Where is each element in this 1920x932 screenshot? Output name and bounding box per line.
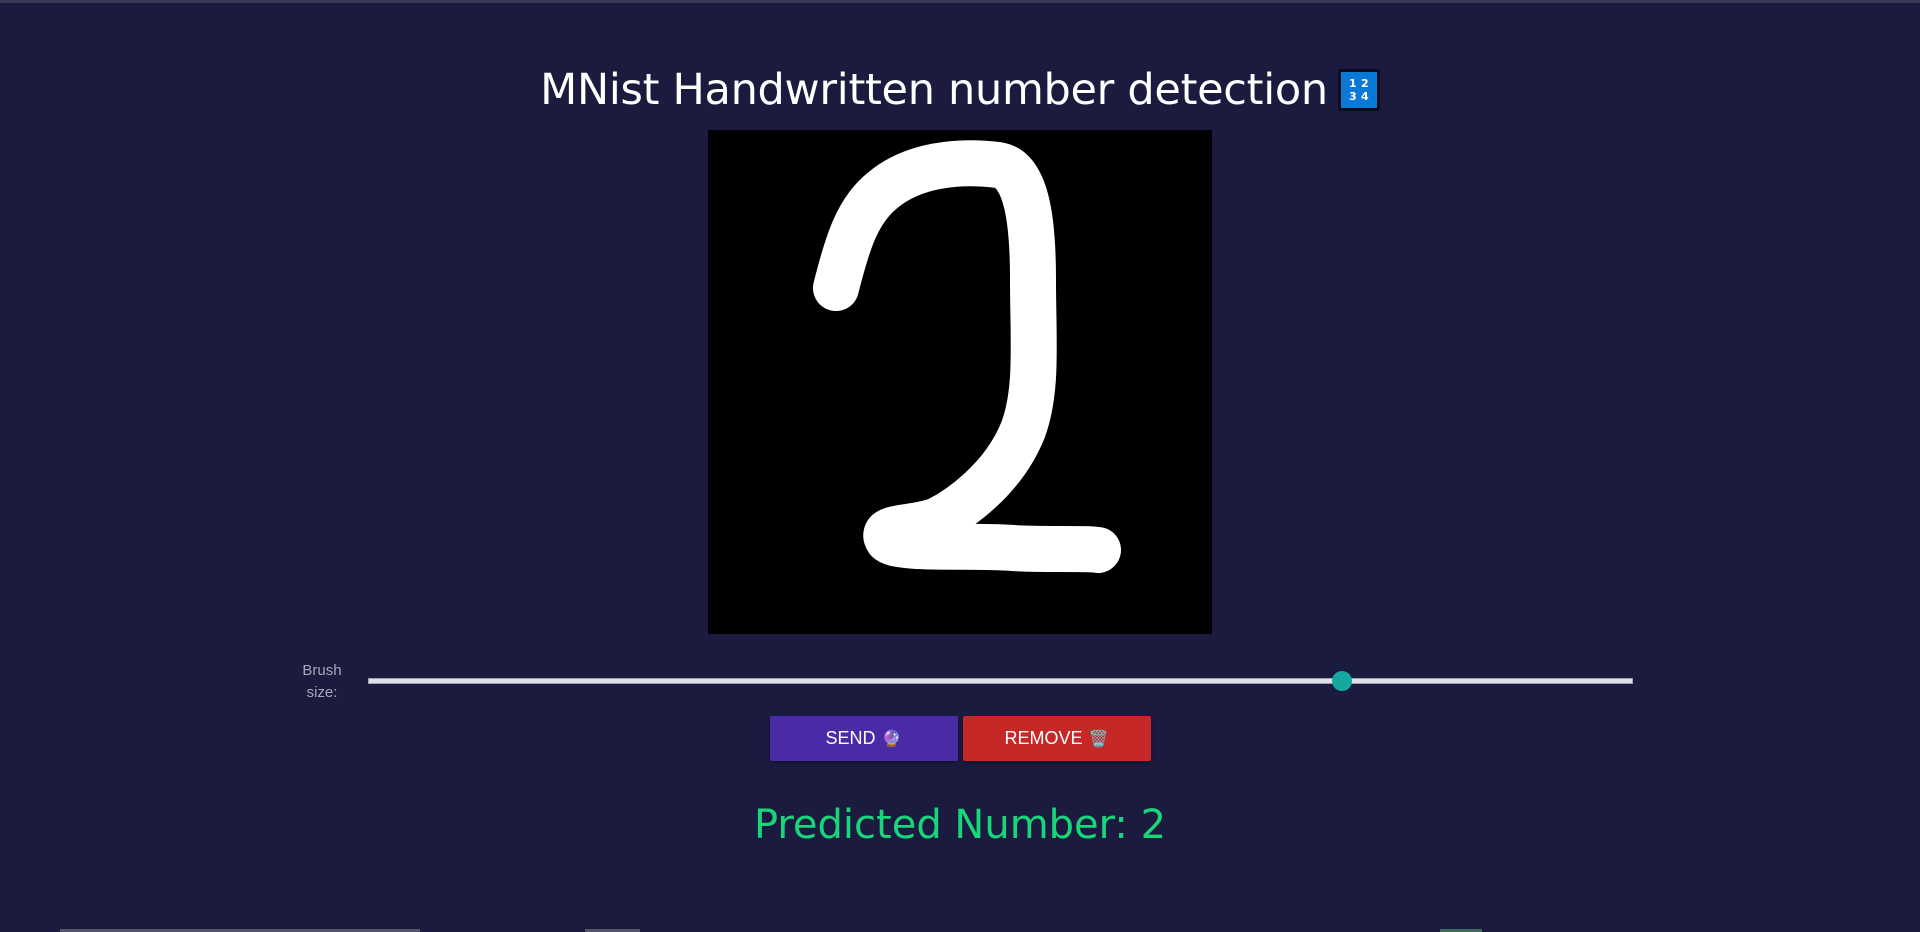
input-numbers-icon: 1234 — [1337, 69, 1380, 111]
send-button-label: SEND — [825, 728, 876, 748]
prediction-result: Predicted Number: 2 — [753, 802, 1167, 848]
remove-button[interactable]: REMOVE 🗑️ — [962, 716, 1151, 761]
drawing-canvas[interactable] — [708, 130, 1212, 634]
slider-track[interactable] — [368, 678, 1633, 684]
send-button[interactable]: SEND 🔮 — [769, 716, 958, 761]
header: MNist Handwritten number detection 1234 — [0, 62, 1920, 118]
slider-thumb[interactable] — [1332, 671, 1353, 691]
brush-size-label: Brush size: — [302, 662, 342, 701]
crystal-ball-icon: 🔮 — [881, 730, 902, 748]
brush-size-slider[interactable] — [368, 671, 1633, 691]
action-buttons: SEND 🔮 REMOVE 🗑️ — [0, 716, 1920, 761]
handwritten-stroke — [813, 140, 1121, 573]
wastebasket-icon: 🗑️ — [1088, 730, 1109, 748]
window-top-border — [0, 0, 1920, 3]
remove-button-label: REMOVE — [1004, 728, 1083, 748]
page-title: MNist Handwritten number detection — [540, 65, 1328, 115]
